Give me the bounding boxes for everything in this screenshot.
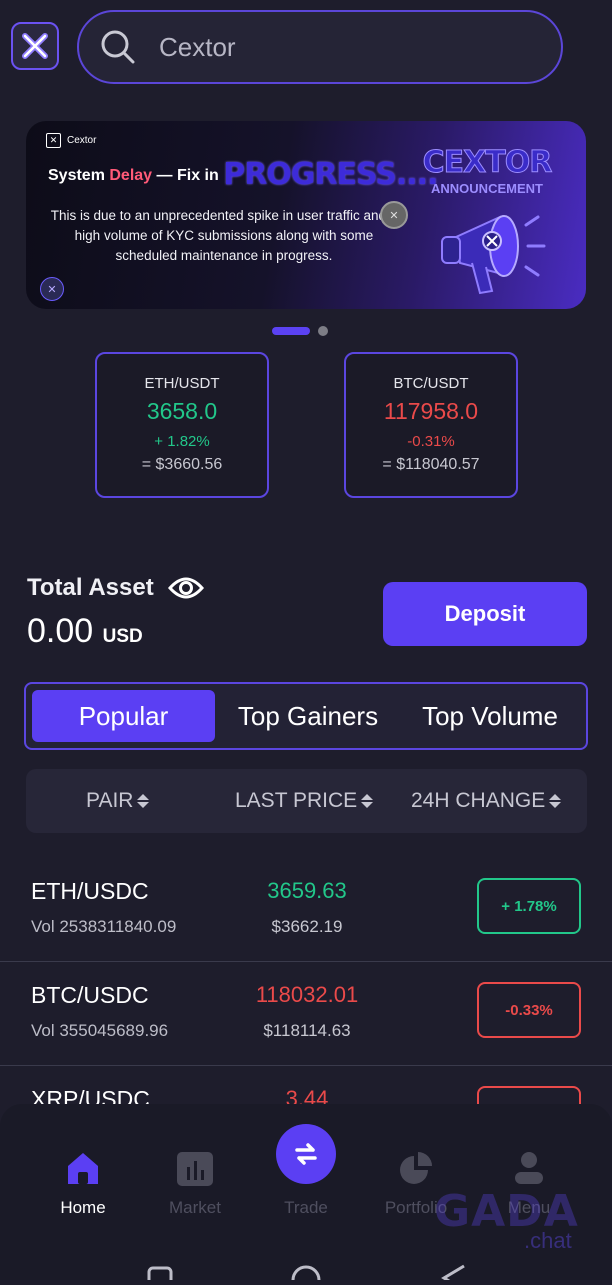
tab-popular[interactable]: Popular [32, 690, 215, 742]
header-last-price[interactable]: LAST PRICE [235, 769, 374, 833]
search-icon [99, 28, 137, 66]
ticker-usd: = $118040.57 [382, 456, 480, 473]
banner-subtitle: ANNOUNCEMENT [431, 181, 543, 196]
banner-brand-text: Cextor [67, 135, 97, 146]
total-asset-text: Total Asset [27, 574, 154, 601]
pagination-dot[interactable] [318, 326, 328, 336]
system-recents-icon[interactable] [146, 1262, 174, 1285]
portfolio-pie-icon [366, 1146, 466, 1186]
asset-unit: USD [102, 626, 143, 647]
pagination-dot-active[interactable] [272, 327, 310, 335]
row-pair: ETH/USDC [31, 878, 149, 904]
deposit-button[interactable]: Deposit [383, 582, 587, 646]
coin-icon: ✕ [380, 201, 408, 229]
search-input[interactable] [157, 30, 521, 64]
home-icon [33, 1146, 133, 1186]
ticker-card-eth[interactable]: ETH/USDT 3658.0 + 1.82% = $3660.56 [95, 352, 269, 498]
eye-icon[interactable] [167, 576, 204, 600]
menu-user-icon [479, 1146, 579, 1186]
nav-trade[interactable]: Trade [256, 1146, 356, 1218]
nav-market-label: Market [169, 1198, 221, 1217]
megaphone-icon [441, 215, 546, 295]
ticker-price: 117958.0 [383, 398, 479, 424]
table-row[interactable]: ETH/USDC Vol 2538311840.09 3659.63 $3662… [0, 858, 612, 962]
ticker-pair: BTC/USDT [393, 375, 469, 392]
banner-headline: System Delay — Fix in PROGRESS.... [48, 157, 438, 192]
market-chart-icon [145, 1146, 245, 1186]
tab-top-gainers[interactable]: Top Gainers [222, 690, 394, 742]
market-tabs: Popular Top Gainers Top Volume [24, 682, 588, 750]
row-last-price-usd: $3662.19 [271, 917, 343, 936]
banner-pagination[interactable] [272, 326, 328, 336]
table-row[interactable]: BTC/USDC Vol 355045689.96 118032.01 $118… [0, 962, 612, 1066]
system-back-icon[interactable] [438, 1262, 468, 1285]
watermark-sub: .chat [524, 1228, 572, 1253]
ticker-card-btc[interactable]: BTC/USDT 117958.0 -0.31% = $118040.57 [344, 352, 518, 498]
ticker-pair: ETH/USDT [144, 375, 220, 392]
sort-icon [137, 794, 150, 808]
nav-home[interactable]: Home [33, 1146, 133, 1218]
row-pair: BTC/USDC [31, 982, 149, 1008]
headline-post: — Fix in [152, 167, 224, 184]
cextor-x-logo-icon [22, 33, 48, 59]
ticker-change: + 1.82% [154, 433, 210, 450]
announcement-banner[interactable]: ✕ Cextor System Delay — Fix in PROGRESS.… [26, 121, 586, 309]
ticker-price: 3658.0 [146, 398, 218, 424]
nav-market[interactable]: Market [145, 1146, 245, 1218]
row-last-price: 3659.63 [267, 878, 347, 903]
banner-brand: ✕ Cextor [46, 133, 96, 148]
tab-top-volume[interactable]: Top Volume [404, 690, 576, 742]
search-bar[interactable] [77, 10, 563, 84]
ticker-usd: = $3660.56 [141, 456, 223, 473]
header-pair[interactable]: PAIR [86, 769, 150, 833]
headline-pre: System [48, 167, 110, 184]
row-change-badge: + 1.78% [477, 878, 581, 934]
system-home-icon[interactable] [290, 1262, 322, 1285]
header-24h-change[interactable]: 24H CHANGE [411, 769, 562, 833]
headline-delay: Delay [109, 167, 153, 184]
coin-small-icon: ✕ [40, 277, 64, 301]
row-volume: Vol 355045689.96 [31, 1021, 169, 1040]
asset-amount: 0.00 [27, 612, 94, 650]
row-volume: Vol 2538311840.09 [31, 917, 177, 936]
table-header: PAIR LAST PRICE 24H CHANGE [26, 769, 587, 833]
trade-spacer [256, 1146, 356, 1186]
row-last-price-usd: $118114.63 [263, 1021, 351, 1040]
sort-icon [549, 794, 562, 808]
nav-home-label: Home [60, 1198, 106, 1217]
app-logo-button[interactable] [11, 22, 59, 70]
header-pair-label: PAIR [86, 789, 134, 812]
header-24h-change-label: 24H CHANGE [411, 789, 546, 812]
headline-progress: PROGRESS.... [223, 157, 438, 192]
row-change-badge: -0.33% [477, 982, 581, 1038]
row-last-price: 118032.01 [255, 982, 359, 1007]
sort-icon [361, 794, 374, 808]
banner-logo-icon: ✕ [46, 133, 61, 148]
banner-body: This is due to an unprecedented spike in… [50, 208, 398, 263]
header-last-price-label: LAST PRICE [235, 789, 358, 812]
banner-title: CEXTOR [422, 145, 553, 181]
total-asset-label: Total Asset [27, 574, 204, 602]
total-asset-value: 0.00 USD [27, 612, 143, 651]
ticker-change: -0.31% [407, 433, 455, 450]
nav-trade-label: Trade [284, 1198, 328, 1217]
